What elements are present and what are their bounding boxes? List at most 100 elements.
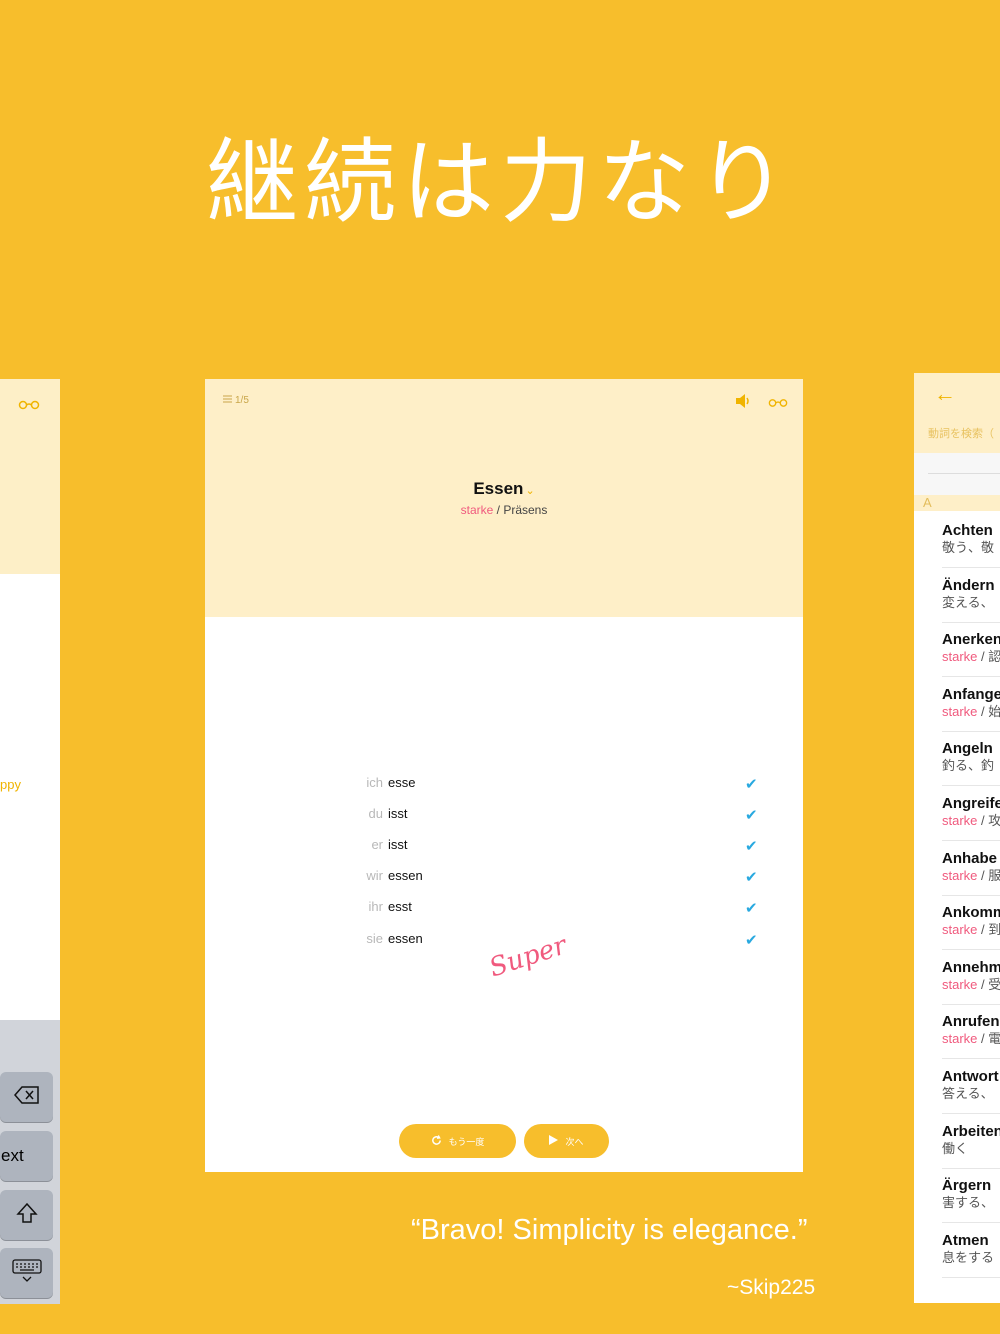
verb-meaning: starke / 電 <box>942 1031 1000 1047</box>
verb-form[interactable]: esst <box>388 899 412 914</box>
verb-list-item[interactable]: Anfange starke / 始 <box>942 678 1000 732</box>
verb-list-screen-preview: ← 動詞を検索（ A Achten 敬う、敬 Ändern 変える、 Anerken st… <box>914 373 1000 1303</box>
meaning-text: 働く <box>942 1140 969 1156</box>
verb-list-header: ← 動詞を検索（ <box>914 373 1000 453</box>
verb-meaning: 釣る、釣 <box>942 758 1000 774</box>
conjugation-row: er isst ✔ <box>355 837 765 857</box>
backspace-key[interactable] <box>0 1072 53 1122</box>
backspace-icon <box>13 1085 40 1109</box>
keyboard: ext <box>0 1020 60 1304</box>
verb-word: Angeln <box>942 740 993 758</box>
verb-word: Ankomm <box>942 904 1000 922</box>
verb-word: Angreife <box>942 795 1000 812</box>
conjugation-header: 1/5 Essen ⌄ starke / Präsens <box>205 379 803 617</box>
meaning-text: 答える、 <box>942 1086 994 1101</box>
verb-type: starke <box>942 703 978 719</box>
verb-form[interactable]: isst <box>388 806 408 821</box>
headline: 継続は力なり <box>205 129 794 236</box>
verb-list-item[interactable]: Arbeiten 働く <box>942 1115 1000 1169</box>
meaning-text: / 電 <box>977 1031 1000 1047</box>
meaning-text: / 服 <box>977 867 1000 883</box>
verb-form[interactable]: essen <box>388 868 423 883</box>
meaning-text: 敬う、敬 <box>942 540 995 555</box>
left-screen-header <box>0 379 60 574</box>
next-key-label: ext <box>1 1146 24 1165</box>
play-icon <box>549 1135 559 1147</box>
verb-list-item[interactable]: Anerken starke / 認 <box>942 623 1000 678</box>
verb-word: Anrufen <box>942 1013 1000 1031</box>
verb-list-item[interactable]: Ändern 変える、 <box>942 569 1000 623</box>
pronoun: ihr <box>368 899 383 914</box>
left-screen-preview: ppy ext <box>0 379 60 1304</box>
check-icon: ✔ <box>745 869 758 886</box>
glasses-icon[interactable] <box>768 395 788 413</box>
verb-meaning: starke / 到 <box>942 922 1000 938</box>
verb-type: starke <box>942 1031 978 1047</box>
verb-type: starke <box>942 922 978 938</box>
verb-list-item[interactable]: Antwort 答える、 <box>942 1060 1000 1114</box>
list-icon <box>223 395 232 406</box>
verb-list-item[interactable]: Ankomm starke / 到 <box>942 896 1000 951</box>
verb-list-item[interactable]: Angeln 釣る、釣 <box>942 732 1000 787</box>
verb-subtitle: starke / Präsens <box>205 503 803 517</box>
review-author: ~Skip225 <box>727 1276 816 1299</box>
verb-title[interactable]: Essen ⌄ <box>205 479 803 499</box>
back-arrow-icon[interactable]: ← <box>934 381 956 407</box>
shift-icon <box>15 1202 38 1229</box>
check-icon: ✔ <box>745 776 758 793</box>
conjugation-row: wir essen ✔ <box>355 868 765 888</box>
meaning-text: / 攻 <box>977 813 1000 828</box>
retry-label: もう一度 <box>448 1136 485 1147</box>
verb-meaning: starke / 攻 <box>942 813 1000 829</box>
tense: Präsens <box>503 503 548 517</box>
verb-word: Annehm <box>942 958 1000 976</box>
hide-keyboard-key[interactable] <box>0 1248 53 1298</box>
chevron-down-icon: ⌄ <box>525 485 535 497</box>
search-area <box>914 453 1000 495</box>
verb-form[interactable]: esse <box>388 775 415 790</box>
conjugation-row: ihr esst ✔ <box>355 899 765 919</box>
verb-meaning: 変える、 <box>942 595 1000 611</box>
progress-indicator[interactable]: 1/5 <box>223 395 249 406</box>
pronoun: wir <box>366 868 383 883</box>
verb-type: starke <box>942 867 978 883</box>
pronoun: ich <box>366 775 383 790</box>
verb-word: Atmen <box>942 1231 989 1249</box>
verb-meaning: starke / 認 <box>942 649 1000 665</box>
glasses-icon[interactable] <box>18 397 40 415</box>
conjugation-row: ich esse ✔ <box>355 775 765 795</box>
verb-list-item[interactable]: Atmen 息をする <box>942 1224 1000 1278</box>
verb-word: Anhabe <box>942 849 998 867</box>
check-icon: ✔ <box>745 807 758 824</box>
verb-list-item[interactable]: Anrufen starke / 電 <box>942 1005 1000 1060</box>
verb-form[interactable]: isst <box>388 837 408 852</box>
next-key[interactable]: ext <box>0 1131 53 1181</box>
meaning-text: 害する、 <box>942 1195 995 1211</box>
check-icon: ✔ <box>745 900 758 917</box>
verb-type: starke <box>460 503 494 517</box>
verb-list-item[interactable]: Anhabe starke / 服 <box>942 842 1000 896</box>
verb-list-item[interactable]: Angreife starke / 攻 <box>942 787 1000 841</box>
verb-meaning: 答える、 <box>942 1086 1000 1102</box>
next-button[interactable]: 次へ <box>524 1124 609 1158</box>
verb-meaning: 息をする <box>942 1250 1000 1266</box>
verb-list-item[interactable]: Ärgern 害する、 <box>942 1169 1000 1224</box>
verb-word: Anerken <box>942 631 1000 649</box>
pronoun: sie <box>366 931 383 946</box>
verb-form[interactable]: essen <box>388 931 423 946</box>
left-partial-text: ppy <box>0 777 21 792</box>
verb-list-item[interactable]: Achten 敬う、敬 <box>942 514 1000 568</box>
verb-list-item[interactable]: Annehm starke / 受 <box>942 951 1000 1005</box>
verb-word: Achten <box>942 522 993 539</box>
verb-name: Essen <box>473 479 524 498</box>
verb-meaning: starke / 服 <box>942 868 1000 884</box>
verb-type: starke <box>942 813 978 828</box>
meaning-text: / 始 <box>977 703 1000 719</box>
search-input[interactable]: 動詞を検索（ <box>928 425 994 441</box>
retry-button[interactable]: もう一度 <box>399 1124 516 1158</box>
shift-key[interactable] <box>0 1190 53 1240</box>
speaker-icon[interactable] <box>735 393 753 414</box>
check-icon: ✔ <box>745 932 758 949</box>
super-feedback: Super! <box>485 924 580 999</box>
keyboard-icon <box>11 1258 42 1288</box>
